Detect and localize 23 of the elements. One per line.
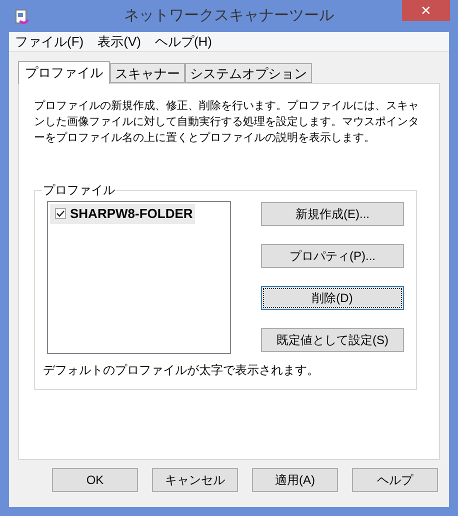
dialog-button[interactable]: ヘルプ	[352, 468, 438, 492]
dialog-button[interactable]: キャンセル	[152, 468, 238, 492]
dialog-button[interactable]: 適用(A)	[252, 468, 338, 492]
description-text: プロファイルの新規作成、修正、削除を行います。プロファイルには、スキャンした画像ファイルに対して自動実行する処理を設定します。マウスポインターをプロファイル名の上に置くとプロファイルの説明を表示します。	[34, 98, 420, 146]
app-icon	[14, 9, 30, 25]
tab[interactable]: スキャナー	[110, 63, 185, 83]
menu-item[interactable]: ヘルプ(H)	[154, 32, 212, 52]
action-button[interactable]: 削除(D)	[261, 286, 404, 310]
profile-name: SHARPW8-FOLDER	[70, 205, 193, 223]
menu-item[interactable]: ファイル(F)	[15, 32, 84, 52]
checkbox[interactable]	[55, 208, 66, 220]
tab[interactable]: システムオプション	[185, 63, 312, 83]
menu-item[interactable]: 表示(V)	[98, 32, 141, 52]
note-text: デフォルトのプロファイルが太字で表示されます。	[43, 362, 320, 379]
close-button[interactable]: ✕	[402, 0, 450, 21]
group-legend: プロファイル	[42, 181, 116, 199]
profile-item[interactable]: SHARPW8-FOLDER	[50, 204, 195, 224]
window-title: ネットワークスキャナーツール	[124, 6, 334, 26]
dialog-button[interactable]: OK	[52, 468, 138, 492]
tab[interactable]: プロファイル	[18, 61, 110, 84]
action-button[interactable]: 新規作成(E)...	[261, 202, 404, 226]
action-button[interactable]: 既定値として設定(S)	[261, 328, 404, 352]
action-button[interactable]: プロパティ(P)...	[261, 244, 404, 268]
